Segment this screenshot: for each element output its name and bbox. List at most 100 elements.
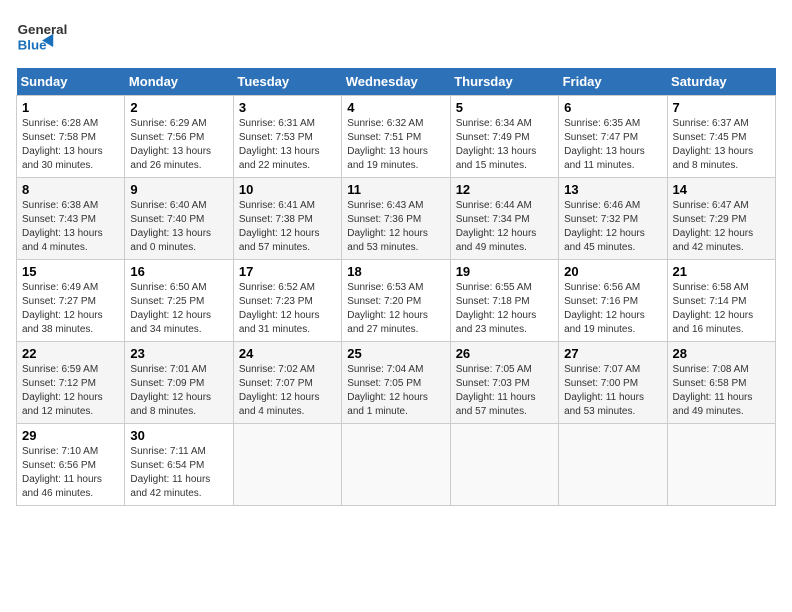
- day-detail: Sunrise: 6:59 AMSunset: 7:12 PMDaylight:…: [22, 363, 119, 419]
- calendar-cell: 11 Sunrise: 6:43 AMSunset: 7:36 PMDayligh…: [342, 178, 450, 260]
- svg-text:Blue: Blue: [18, 37, 47, 52]
- day-number: 18: [347, 264, 444, 279]
- day-number: 27: [564, 346, 661, 361]
- calendar-cell: 30 Sunrise: 7:11 AMSunset: 6:54 PMDayligh…: [125, 424, 233, 506]
- day-number: 9: [130, 182, 227, 197]
- day-detail: Sunrise: 6:35 AMSunset: 7:47 PMDaylight:…: [564, 117, 661, 173]
- calendar-cell: 2 Sunrise: 6:29 AMSunset: 7:56 PMDaylight…: [125, 96, 233, 178]
- calendar-cell: 27 Sunrise: 7:07 AMSunset: 7:00 PMDayligh…: [559, 342, 667, 424]
- day-detail: Sunrise: 6:53 AMSunset: 7:20 PMDaylight:…: [347, 281, 444, 337]
- calendar-cell: 16 Sunrise: 6:50 AMSunset: 7:25 PMDayligh…: [125, 260, 233, 342]
- day-number: 24: [239, 346, 336, 361]
- day-number: 16: [130, 264, 227, 279]
- day-detail: Sunrise: 7:07 AMSunset: 7:00 PMDaylight:…: [564, 363, 661, 419]
- calendar-cell: 10 Sunrise: 6:41 AMSunset: 7:38 PMDayligh…: [233, 178, 341, 260]
- day-number: 3: [239, 100, 336, 115]
- calendar-cell: 26 Sunrise: 7:05 AMSunset: 7:03 PMDayligh…: [450, 342, 558, 424]
- calendar-cell: 6 Sunrise: 6:35 AMSunset: 7:47 PMDaylight…: [559, 96, 667, 178]
- calendar-cell: 7 Sunrise: 6:37 AMSunset: 7:45 PMDaylight…: [667, 96, 775, 178]
- calendar-cell: [233, 424, 341, 506]
- day-detail: Sunrise: 6:41 AMSunset: 7:38 PMDaylight:…: [239, 199, 336, 255]
- weekday-header: Thursday: [450, 68, 558, 96]
- calendar-cell: 20 Sunrise: 6:56 AMSunset: 7:16 PMDayligh…: [559, 260, 667, 342]
- day-detail: Sunrise: 6:40 AMSunset: 7:40 PMDaylight:…: [130, 199, 227, 255]
- day-number: 30: [130, 428, 227, 443]
- calendar-cell: 29 Sunrise: 7:10 AMSunset: 6:56 PMDayligh…: [17, 424, 125, 506]
- calendar-cell: 17 Sunrise: 6:52 AMSunset: 7:23 PMDayligh…: [233, 260, 341, 342]
- day-detail: Sunrise: 6:37 AMSunset: 7:45 PMDaylight:…: [673, 117, 770, 173]
- weekday-header: Monday: [125, 68, 233, 96]
- calendar-table: SundayMondayTuesdayWednesdayThursdayFrid…: [16, 68, 776, 506]
- day-number: 29: [22, 428, 119, 443]
- day-detail: Sunrise: 6:44 AMSunset: 7:34 PMDaylight:…: [456, 199, 553, 255]
- calendar-cell: 24 Sunrise: 7:02 AMSunset: 7:07 PMDayligh…: [233, 342, 341, 424]
- svg-text:General: General: [18, 22, 68, 37]
- day-number: 1: [22, 100, 119, 115]
- weekday-header: Friday: [559, 68, 667, 96]
- day-detail: Sunrise: 6:55 AMSunset: 7:18 PMDaylight:…: [456, 281, 553, 337]
- calendar-cell: 18 Sunrise: 6:53 AMSunset: 7:20 PMDayligh…: [342, 260, 450, 342]
- calendar-cell: [559, 424, 667, 506]
- day-detail: Sunrise: 6:47 AMSunset: 7:29 PMDaylight:…: [673, 199, 770, 255]
- day-detail: Sunrise: 7:04 AMSunset: 7:05 PMDaylight:…: [347, 363, 444, 419]
- day-detail: Sunrise: 6:56 AMSunset: 7:16 PMDaylight:…: [564, 281, 661, 337]
- day-number: 2: [130, 100, 227, 115]
- day-number: 23: [130, 346, 227, 361]
- calendar-cell: 8Sunrise: 6:38 AMSunset: 7:43 PMDaylight…: [17, 178, 125, 260]
- weekday-header: Tuesday: [233, 68, 341, 96]
- weekday-header-row: SundayMondayTuesdayWednesdayThursdayFrid…: [17, 68, 776, 96]
- day-detail: Sunrise: 6:29 AMSunset: 7:56 PMDaylight:…: [130, 117, 227, 173]
- day-number: 7: [673, 100, 770, 115]
- day-number: 20: [564, 264, 661, 279]
- calendar-cell: 21Sunrise: 6:58 AMSunset: 7:14 PMDayligh…: [667, 260, 775, 342]
- calendar-cell: 25Sunrise: 7:04 AMSunset: 7:05 PMDayligh…: [342, 342, 450, 424]
- day-detail: Sunrise: 7:08 AMSunset: 6:58 PMDaylight:…: [673, 363, 770, 419]
- day-detail: Sunrise: 7:10 AMSunset: 6:56 PMDaylight:…: [22, 445, 119, 501]
- day-number: 11: [347, 182, 444, 197]
- day-detail: Sunrise: 7:02 AMSunset: 7:07 PMDaylight:…: [239, 363, 336, 419]
- weekday-header: Saturday: [667, 68, 775, 96]
- day-number: 21: [673, 264, 770, 279]
- weekday-header: Sunday: [17, 68, 125, 96]
- day-detail: Sunrise: 6:46 AMSunset: 7:32 PMDaylight:…: [564, 199, 661, 255]
- calendar-cell: 12 Sunrise: 6:44 AMSunset: 7:34 PMDayligh…: [450, 178, 558, 260]
- logo: GeneralBlue: [16, 16, 86, 56]
- day-detail: Sunrise: 6:49 AMSunset: 7:27 PMDaylight:…: [22, 281, 119, 337]
- calendar-cell: 19 Sunrise: 6:55 AMSunset: 7:18 PMDayligh…: [450, 260, 558, 342]
- day-detail: Sunrise: 6:34 AMSunset: 7:49 PMDaylight:…: [456, 117, 553, 173]
- calendar-cell: 13Sunrise: 6:46 AMSunset: 7:32 PMDayligh…: [559, 178, 667, 260]
- day-number: 5: [456, 100, 553, 115]
- day-number: 26: [456, 346, 553, 361]
- day-number: 6: [564, 100, 661, 115]
- day-detail: Sunrise: 6:28 AMSunset: 7:58 PMDaylight:…: [22, 117, 119, 173]
- day-detail: Sunrise: 6:50 AMSunset: 7:25 PMDaylight:…: [130, 281, 227, 337]
- day-number: 12: [456, 182, 553, 197]
- day-number: 10: [239, 182, 336, 197]
- day-detail: Sunrise: 7:01 AMSunset: 7:09 PMDaylight:…: [130, 363, 227, 419]
- day-number: 17: [239, 264, 336, 279]
- calendar-cell: 28 Sunrise: 7:08 AMSunset: 6:58 PMDayligh…: [667, 342, 775, 424]
- calendar-week-row: 15 Sunrise: 6:49 AMSunset: 7:27 PMDayligh…: [17, 260, 776, 342]
- day-detail: Sunrise: 6:31 AMSunset: 7:53 PMDaylight:…: [239, 117, 336, 173]
- calendar-cell: 22 Sunrise: 6:59 AMSunset: 7:12 PMDayligh…: [17, 342, 125, 424]
- calendar-cell: [342, 424, 450, 506]
- day-detail: Sunrise: 6:38 AMSunset: 7:43 PMDaylight:…: [22, 199, 119, 255]
- calendar-cell: 5 Sunrise: 6:34 AMSunset: 7:49 PMDaylight…: [450, 96, 558, 178]
- day-detail: Sunrise: 6:32 AMSunset: 7:51 PMDaylight:…: [347, 117, 444, 173]
- page-header: GeneralBlue: [16, 16, 776, 56]
- calendar-week-row: 22 Sunrise: 6:59 AMSunset: 7:12 PMDayligh…: [17, 342, 776, 424]
- day-number: 28: [673, 346, 770, 361]
- calendar-week-row: 29 Sunrise: 7:10 AMSunset: 6:56 PMDayligh…: [17, 424, 776, 506]
- day-detail: Sunrise: 6:52 AMSunset: 7:23 PMDaylight:…: [239, 281, 336, 337]
- calendar-cell: 4 Sunrise: 6:32 AMSunset: 7:51 PMDaylight…: [342, 96, 450, 178]
- day-number: 19: [456, 264, 553, 279]
- day-detail: Sunrise: 6:43 AMSunset: 7:36 PMDaylight:…: [347, 199, 444, 255]
- day-number: 15: [22, 264, 119, 279]
- day-number: 22: [22, 346, 119, 361]
- day-detail: Sunrise: 7:11 AMSunset: 6:54 PMDaylight:…: [130, 445, 227, 501]
- calendar-cell: 1 Sunrise: 6:28 AMSunset: 7:58 PMDaylight…: [17, 96, 125, 178]
- calendar-cell: [450, 424, 558, 506]
- day-number: 4: [347, 100, 444, 115]
- calendar-week-row: 8Sunrise: 6:38 AMSunset: 7:43 PMDaylight…: [17, 178, 776, 260]
- day-detail: Sunrise: 7:05 AMSunset: 7:03 PMDaylight:…: [456, 363, 553, 419]
